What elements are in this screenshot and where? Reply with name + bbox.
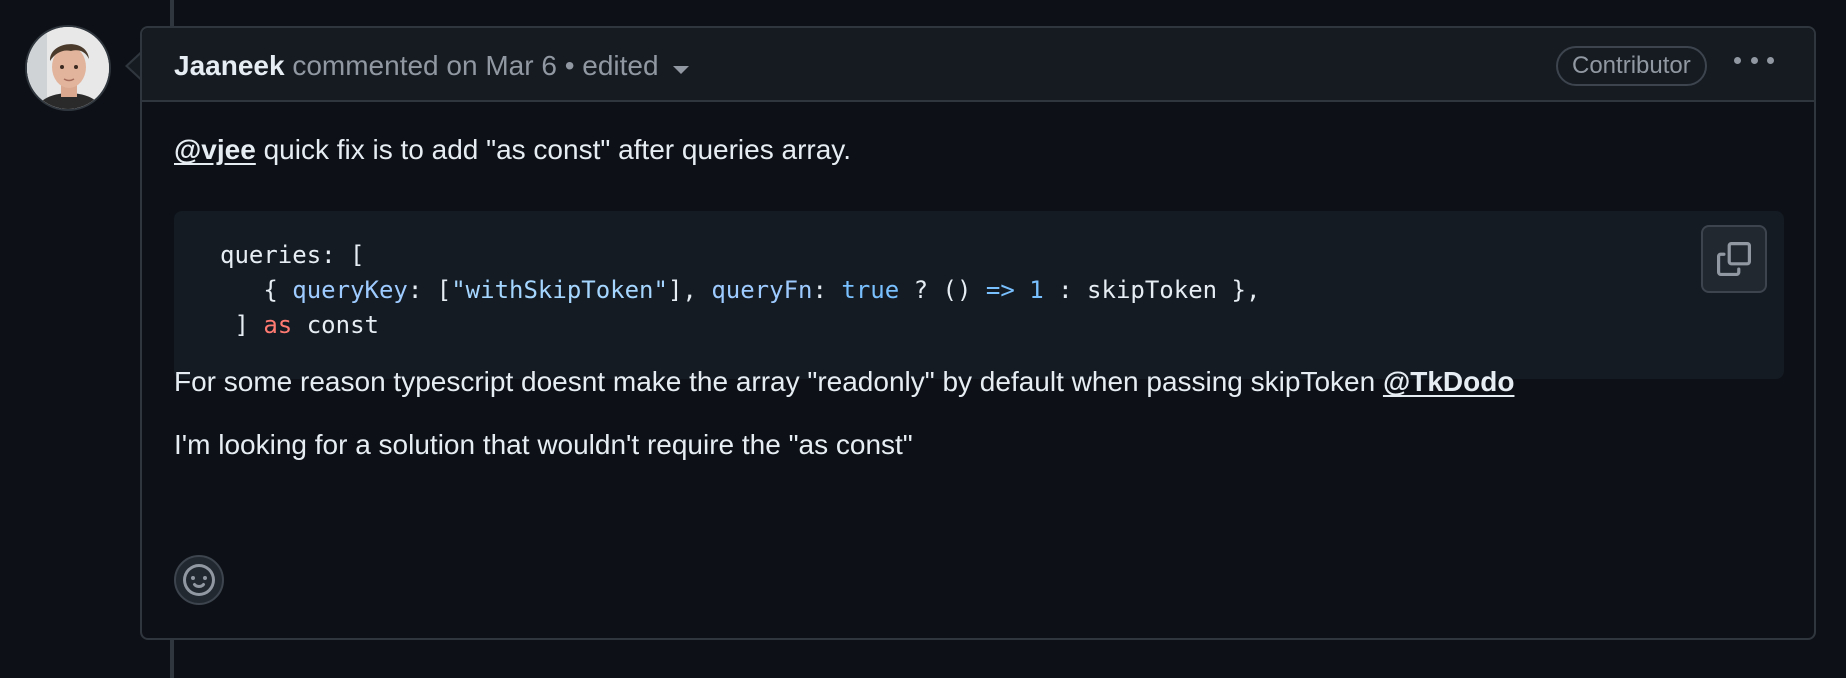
code-token-property: queryFn xyxy=(711,276,813,304)
role-badge: Contributor xyxy=(1556,46,1707,86)
paragraph-1-text: quick fix is to add "as const" after que… xyxy=(255,134,851,165)
code-token: ] xyxy=(234,311,264,339)
edited-dropdown[interactable]: edited xyxy=(582,50,689,81)
mention-link[interactable]: @vjee xyxy=(174,134,256,165)
meta-separator: • xyxy=(564,50,575,81)
code-token: const xyxy=(292,311,379,339)
smiley-icon xyxy=(183,564,215,596)
comment-meta: Jaaneek commented on Mar 6 • edited xyxy=(174,50,689,82)
add-reaction-button[interactable] xyxy=(174,555,224,605)
mention-link[interactable]: @TkDodo xyxy=(1383,366,1515,397)
code-token: { xyxy=(263,276,293,304)
comment-header: Jaaneek commented on Mar 6 • edited Cont… xyxy=(142,28,1814,102)
paragraph-3: I'm looking for a solution that wouldn't… xyxy=(174,429,913,460)
kebab-horizontal-icon[interactable] xyxy=(1734,50,1774,70)
code-token-number: 1 xyxy=(1029,276,1044,304)
code-token-string: "withSkipToken" xyxy=(451,276,668,304)
comment-action-text[interactable]: commented on Mar 6 xyxy=(292,50,557,81)
code-token: ], xyxy=(667,276,712,304)
copy-button[interactable] xyxy=(1701,225,1767,293)
code-line-3: ] as const xyxy=(220,311,379,339)
code-line-2: { queryKey: ["withSkipToken"], queryFn : … xyxy=(220,276,1260,304)
paragraph-2-text: For some reason typescript doesnt make t… xyxy=(174,366,1383,397)
code-token-property: queryKey xyxy=(292,276,408,304)
comment-box: Jaaneek commented on Mar 6 • edited Cont… xyxy=(140,26,1816,640)
code-token-keyword-as: as xyxy=(263,311,293,339)
edited-label: edited xyxy=(582,50,659,81)
code-token: : [ xyxy=(407,276,452,304)
triangle-down-icon xyxy=(672,65,689,74)
paragraph-2: For some reason typescript doesnt make t… xyxy=(174,366,1514,398)
code-token: ? () xyxy=(899,276,986,304)
code-token-keyword: true xyxy=(841,276,900,304)
avatar[interactable] xyxy=(25,25,111,111)
code-token: : xyxy=(812,276,842,304)
code-block: queries: [ { queryKey: ["withSkipToken"]… xyxy=(174,211,1784,379)
code-line-1: queries: [ xyxy=(220,241,365,269)
avatar-image xyxy=(27,27,109,109)
copy-icon xyxy=(1717,242,1751,276)
code-token: : skipToken }, xyxy=(1043,276,1261,304)
code-token-arrow: => xyxy=(985,276,1015,304)
author-link[interactable]: Jaaneek xyxy=(174,50,285,81)
paragraph-1: @vjee quick fix is to add "as const" aft… xyxy=(174,134,851,166)
